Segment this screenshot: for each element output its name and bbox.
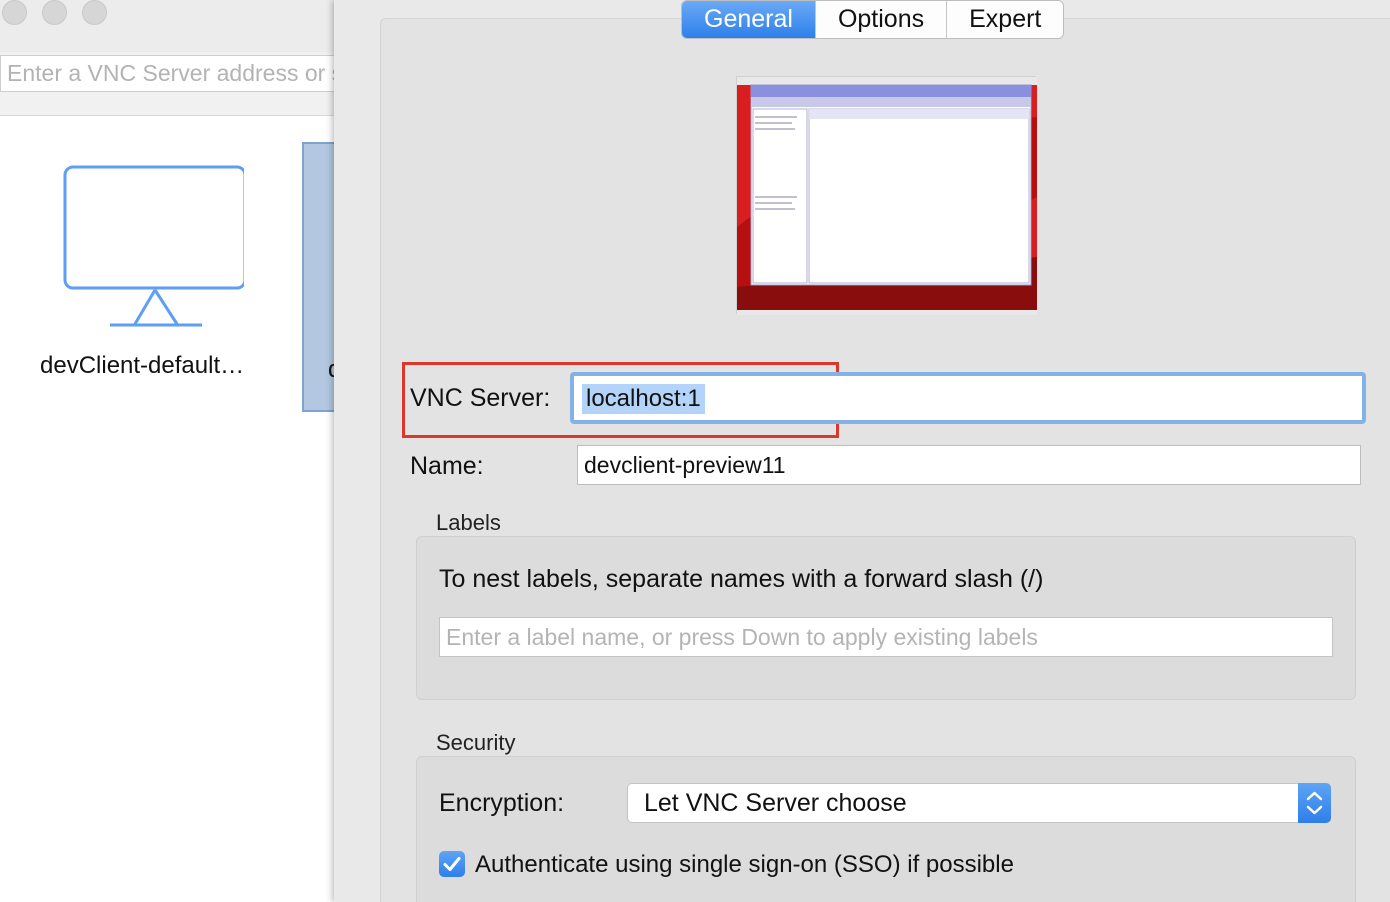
sso-checkbox-label[interactable]: Authenticate using single sign-on (SSO) … [475,851,1014,879]
minimize-window-button[interactable] [42,0,67,25]
vnc-server-value: localhost:1 [582,384,705,414]
properties-sheet: General Options Expert VNC Server: local… [334,0,1390,902]
name-label: Name: [410,452,484,480]
window-titlebar [0,0,334,52]
vnc-address-input[interactable] [0,55,334,92]
encryption-label: Encryption: [439,789,565,817]
name-field[interactable]: devclient-preview11 [577,445,1361,485]
encryption-select-value: Let VNC Server choose [644,789,907,817]
address-book-window: devClient-default… d [0,0,334,902]
monitor-icon [63,165,244,327]
vnc-server-label: VNC Server: [410,384,551,412]
computer-tile[interactable]: devClient-default… [40,160,280,400]
selected-computer-tile[interactable]: d [302,142,334,412]
security-group-title: Security [436,730,516,755]
desktop-preview-image [737,77,1037,315]
desktop-preview-thumbnail [736,76,1037,315]
close-window-button[interactable] [2,0,27,25]
chevron-up-down-icon [1298,783,1331,823]
computer-tile-label: devClient-default… [40,352,245,379]
sso-checkbox[interactable] [439,851,465,877]
encryption-select[interactable]: Let VNC Server choose [627,783,1331,823]
tab-general[interactable]: General [682,1,816,38]
vnc-server-field[interactable]: localhost:1 [570,372,1366,424]
checkmark-icon [443,857,461,871]
labels-group-title: Labels [436,510,501,535]
labels-hint: To nest labels, separate names with a fo… [439,565,1044,593]
tab-options[interactable]: Options [815,1,948,38]
security-groupbox: Encryption: Let VNC Server choose Authen… [416,756,1356,902]
tab-expert[interactable]: Expert [947,1,1064,38]
tab-bar: General Options Expert [681,0,1065,39]
label-name-input[interactable]: Enter a label name, or press Down to app… [439,617,1333,657]
labels-groupbox: To nest labels, separate names with a fo… [416,536,1356,700]
zoom-window-button[interactable] [82,0,107,25]
address-bar [0,52,334,116]
